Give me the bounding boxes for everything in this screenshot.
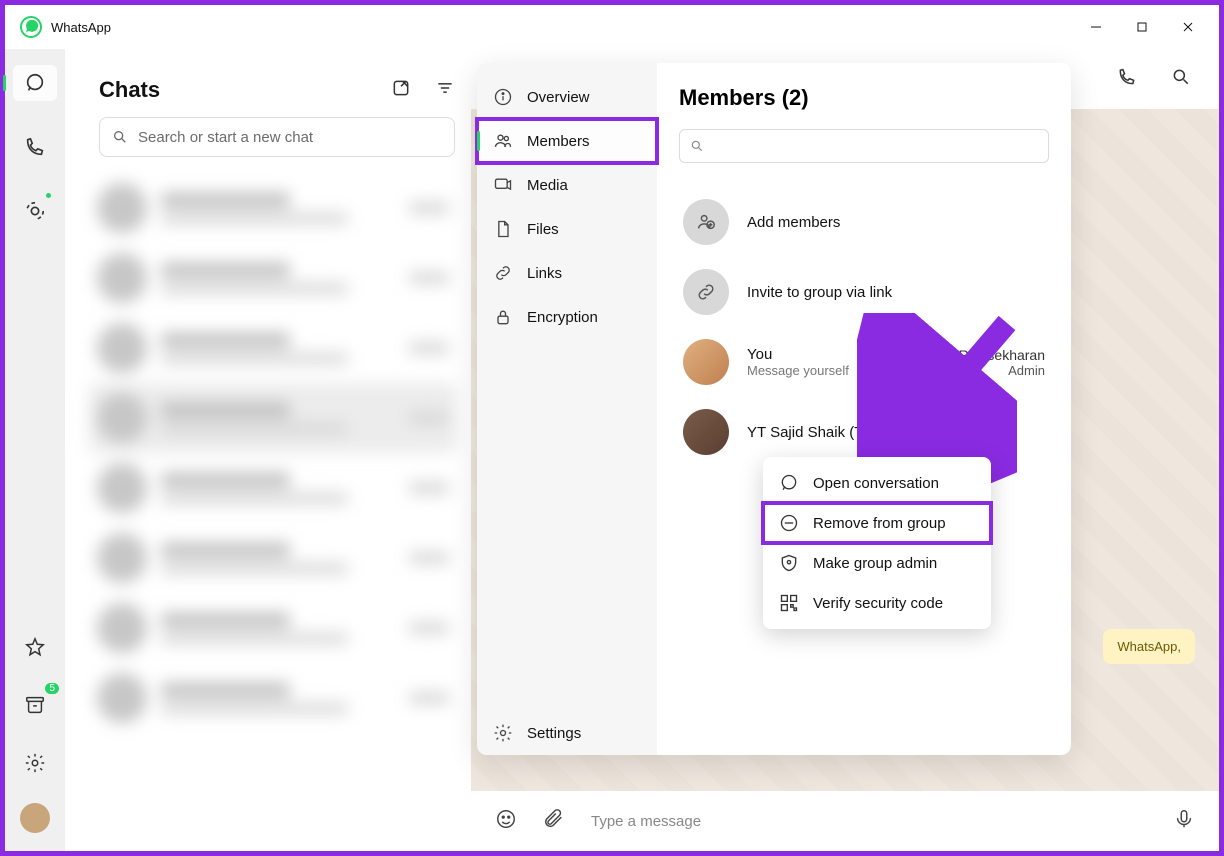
nav-label: Links [527, 265, 562, 282]
nav-encryption[interactable]: Encryption [477, 295, 657, 339]
qr-icon [779, 593, 799, 613]
rail-profile-avatar[interactable] [20, 803, 50, 833]
members-search[interactable] [679, 129, 1049, 163]
member-avatar [683, 339, 729, 385]
context-open-conversation[interactable]: Open conversation [763, 463, 991, 503]
gear-icon [493, 723, 513, 743]
rail-chats[interactable] [13, 65, 57, 101]
search-in-chat-icon[interactable] [1171, 67, 1191, 92]
chat-list-pane: Chats Search or start a new chat [71, 55, 471, 851]
media-icon [493, 175, 513, 195]
archived-count-badge: 5 [45, 683, 59, 694]
member-avatar [683, 409, 729, 455]
call-icon[interactable] [1117, 67, 1137, 92]
add-members-button[interactable]: Add members [679, 187, 1049, 257]
chatlist-title: Chats [99, 77, 160, 103]
nav-label: Encryption [527, 309, 598, 326]
member-role-badge: Admin [935, 363, 1045, 378]
nav-links[interactable]: Links [477, 251, 657, 295]
rail-status[interactable] [13, 193, 57, 229]
member-nickname: ~ n Rajasekharan [935, 347, 1045, 363]
add-person-icon [695, 211, 717, 233]
chat-item[interactable] [89, 593, 457, 663]
nav-label: Files [527, 221, 559, 238]
admin-icon [779, 553, 799, 573]
titlebar: WhatsApp [5, 5, 1219, 49]
chat-item[interactable] [89, 383, 457, 453]
members-icon [493, 131, 513, 151]
new-chat-icon[interactable] [391, 78, 411, 103]
mic-icon[interactable] [1173, 808, 1195, 835]
member-row-you[interactable]: You Message yourself ~ n Rajasekharan Ad… [679, 327, 1049, 397]
context-remove-from-group[interactable]: Remove from group [763, 503, 991, 543]
remove-icon [779, 513, 799, 533]
status-indicator-dot [44, 191, 53, 200]
files-icon [493, 219, 513, 239]
emoji-icon[interactable] [495, 808, 517, 835]
minimize-button[interactable] [1073, 9, 1119, 45]
nav-media[interactable]: Media [477, 163, 657, 207]
attach-icon[interactable] [543, 808, 565, 835]
filter-icon[interactable] [435, 78, 455, 103]
nav-label: Members [527, 133, 590, 150]
nav-label: Media [527, 177, 568, 194]
maximize-button[interactable] [1119, 9, 1165, 45]
members-title: Members (2) [679, 85, 1049, 111]
rail-calls[interactable] [13, 129, 57, 165]
group-info-panel: Overview Members Media Files Links Encry… [477, 63, 1071, 755]
nav-settings[interactable]: Settings [477, 711, 657, 755]
chat-item[interactable] [89, 313, 457, 383]
nav-label: Settings [527, 725, 581, 742]
links-icon [493, 263, 513, 283]
link-icon [695, 281, 717, 303]
rail-archived[interactable]: 5 [13, 687, 57, 723]
chat-item[interactable] [89, 523, 457, 593]
members-panel-body: Members (2) Add members Invite to group … [657, 63, 1071, 755]
chat-item[interactable] [89, 453, 457, 523]
chat-item[interactable] [89, 243, 457, 313]
close-button[interactable] [1165, 9, 1211, 45]
app-title: WhatsApp [51, 20, 111, 35]
context-make-admin[interactable]: Make group admin [763, 543, 991, 583]
context-verify-security[interactable]: Verify security code [763, 583, 991, 623]
nav-files[interactable]: Files [477, 207, 657, 251]
info-icon [493, 87, 513, 107]
chat-icon [779, 473, 799, 493]
nav-label: Overview [527, 89, 590, 106]
chat-item[interactable] [89, 173, 457, 243]
search-icon [112, 129, 128, 145]
search-icon [690, 139, 704, 153]
whatsapp-logo-icon [19, 15, 43, 39]
nav-members[interactable]: Members [477, 119, 657, 163]
message-input-bar: Type a message [471, 791, 1219, 851]
chat-search-input[interactable]: Search or start a new chat [99, 117, 455, 157]
group-info-nav: Overview Members Media Files Links Encry… [477, 63, 657, 755]
chat-item[interactable] [89, 663, 457, 733]
invite-via-link-button[interactable]: Invite to group via link [679, 257, 1049, 327]
rail-starred[interactable] [13, 629, 57, 665]
chat-list[interactable] [89, 173, 465, 851]
navigation-rail: 5 [5, 49, 65, 851]
encryption-notice: WhatsApp, [1103, 629, 1195, 664]
chat-search-placeholder: Search or start a new chat [138, 129, 313, 146]
message-input[interactable]: Type a message [591, 813, 1147, 830]
rail-settings[interactable] [13, 745, 57, 781]
member-context-menu: Open conversation Remove from group Make… [763, 457, 991, 629]
lock-icon [493, 307, 513, 327]
window-controls [1073, 9, 1211, 45]
nav-overview[interactable]: Overview [477, 75, 657, 119]
